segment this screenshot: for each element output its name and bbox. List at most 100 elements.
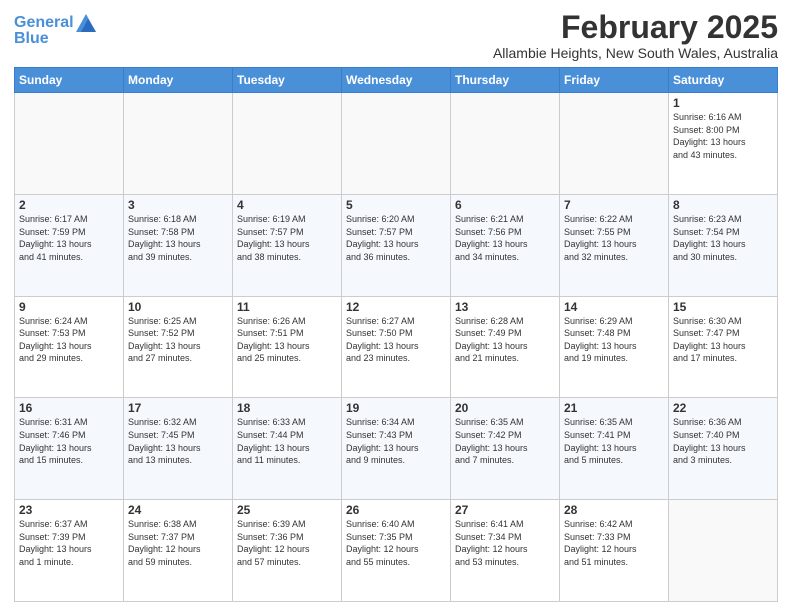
cell-1-0: 2Sunrise: 6:17 AM Sunset: 7:59 PM Daylig… [15,194,124,296]
week-row-1: 2Sunrise: 6:17 AM Sunset: 7:59 PM Daylig… [15,194,778,296]
cell-1-3: 5Sunrise: 6:20 AM Sunset: 7:57 PM Daylig… [342,194,451,296]
day-number: 1 [673,96,773,110]
col-sunday: Sunday [15,68,124,93]
day-info: Sunrise: 6:18 AM Sunset: 7:58 PM Dayligh… [128,213,228,263]
cell-0-3 [342,93,451,195]
day-number: 9 [19,300,119,314]
day-info: Sunrise: 6:35 AM Sunset: 7:41 PM Dayligh… [564,416,664,466]
day-info: Sunrise: 6:36 AM Sunset: 7:40 PM Dayligh… [673,416,773,466]
cell-0-0 [15,93,124,195]
day-info: Sunrise: 6:38 AM Sunset: 7:37 PM Dayligh… [128,518,228,568]
day-number: 14 [564,300,664,314]
week-row-4: 23Sunrise: 6:37 AM Sunset: 7:39 PM Dayli… [15,500,778,602]
day-number: 17 [128,401,228,415]
day-number: 13 [455,300,555,314]
day-info: Sunrise: 6:34 AM Sunset: 7:43 PM Dayligh… [346,416,446,466]
cell-1-6: 8Sunrise: 6:23 AM Sunset: 7:54 PM Daylig… [669,194,778,296]
cell-1-2: 4Sunrise: 6:19 AM Sunset: 7:57 PM Daylig… [233,194,342,296]
day-number: 16 [19,401,119,415]
day-number: 5 [346,198,446,212]
cell-4-3: 26Sunrise: 6:40 AM Sunset: 7:35 PM Dayli… [342,500,451,602]
day-number: 6 [455,198,555,212]
week-row-3: 16Sunrise: 6:31 AM Sunset: 7:46 PM Dayli… [15,398,778,500]
day-info: Sunrise: 6:41 AM Sunset: 7:34 PM Dayligh… [455,518,555,568]
month-title: February 2025 [493,10,778,45]
day-info: Sunrise: 6:30 AM Sunset: 7:47 PM Dayligh… [673,315,773,365]
cell-0-2 [233,93,342,195]
day-info: Sunrise: 6:33 AM Sunset: 7:44 PM Dayligh… [237,416,337,466]
day-number: 10 [128,300,228,314]
cell-3-1: 17Sunrise: 6:32 AM Sunset: 7:45 PM Dayli… [124,398,233,500]
day-info: Sunrise: 6:21 AM Sunset: 7:56 PM Dayligh… [455,213,555,263]
day-number: 3 [128,198,228,212]
day-info: Sunrise: 6:23 AM Sunset: 7:54 PM Dayligh… [673,213,773,263]
header: General Blue February 2025 Allambie Heig… [14,10,778,61]
cell-2-0: 9Sunrise: 6:24 AM Sunset: 7:53 PM Daylig… [15,296,124,398]
cell-3-3: 19Sunrise: 6:34 AM Sunset: 7:43 PM Dayli… [342,398,451,500]
day-info: Sunrise: 6:26 AM Sunset: 7:51 PM Dayligh… [237,315,337,365]
day-info: Sunrise: 6:42 AM Sunset: 7:33 PM Dayligh… [564,518,664,568]
cell-3-4: 20Sunrise: 6:35 AM Sunset: 7:42 PM Dayli… [451,398,560,500]
day-number: 19 [346,401,446,415]
day-info: Sunrise: 6:24 AM Sunset: 7:53 PM Dayligh… [19,315,119,365]
cell-4-2: 25Sunrise: 6:39 AM Sunset: 7:36 PM Dayli… [233,500,342,602]
day-info: Sunrise: 6:17 AM Sunset: 7:59 PM Dayligh… [19,213,119,263]
week-row-0: 1Sunrise: 6:16 AM Sunset: 8:00 PM Daylig… [15,93,778,195]
cell-4-0: 23Sunrise: 6:37 AM Sunset: 7:39 PM Dayli… [15,500,124,602]
cell-1-1: 3Sunrise: 6:18 AM Sunset: 7:58 PM Daylig… [124,194,233,296]
logo: General Blue [14,14,96,48]
day-number: 18 [237,401,337,415]
cell-2-2: 11Sunrise: 6:26 AM Sunset: 7:51 PM Dayli… [233,296,342,398]
col-tuesday: Tuesday [233,68,342,93]
day-number: 12 [346,300,446,314]
day-number: 11 [237,300,337,314]
cell-4-1: 24Sunrise: 6:38 AM Sunset: 7:37 PM Dayli… [124,500,233,602]
day-info: Sunrise: 6:37 AM Sunset: 7:39 PM Dayligh… [19,518,119,568]
day-number: 20 [455,401,555,415]
day-info: Sunrise: 6:20 AM Sunset: 7:57 PM Dayligh… [346,213,446,263]
title-block: February 2025 Allambie Heights, New Sout… [493,10,778,61]
cell-0-6: 1Sunrise: 6:16 AM Sunset: 8:00 PM Daylig… [669,93,778,195]
day-number: 25 [237,503,337,517]
header-row: Sunday Monday Tuesday Wednesday Thursday… [15,68,778,93]
calendar-table: Sunday Monday Tuesday Wednesday Thursday… [14,67,778,602]
cell-3-6: 22Sunrise: 6:36 AM Sunset: 7:40 PM Dayli… [669,398,778,500]
cell-1-4: 6Sunrise: 6:21 AM Sunset: 7:56 PM Daylig… [451,194,560,296]
day-info: Sunrise: 6:27 AM Sunset: 7:50 PM Dayligh… [346,315,446,365]
day-info: Sunrise: 6:25 AM Sunset: 7:52 PM Dayligh… [128,315,228,365]
col-monday: Monday [124,68,233,93]
day-info: Sunrise: 6:16 AM Sunset: 8:00 PM Dayligh… [673,111,773,161]
day-number: 26 [346,503,446,517]
day-info: Sunrise: 6:29 AM Sunset: 7:48 PM Dayligh… [564,315,664,365]
page: General Blue February 2025 Allambie Heig… [0,0,792,612]
day-info: Sunrise: 6:32 AM Sunset: 7:45 PM Dayligh… [128,416,228,466]
day-info: Sunrise: 6:39 AM Sunset: 7:36 PM Dayligh… [237,518,337,568]
cell-0-5 [560,93,669,195]
day-number: 4 [237,198,337,212]
day-number: 8 [673,198,773,212]
cell-2-4: 13Sunrise: 6:28 AM Sunset: 7:49 PM Dayli… [451,296,560,398]
logo-blue: Blue [14,30,96,48]
location: Allambie Heights, New South Wales, Austr… [493,45,778,61]
day-number: 22 [673,401,773,415]
cell-4-6 [669,500,778,602]
col-saturday: Saturday [669,68,778,93]
day-info: Sunrise: 6:22 AM Sunset: 7:55 PM Dayligh… [564,213,664,263]
cell-0-4 [451,93,560,195]
cell-2-5: 14Sunrise: 6:29 AM Sunset: 7:48 PM Dayli… [560,296,669,398]
day-info: Sunrise: 6:35 AM Sunset: 7:42 PM Dayligh… [455,416,555,466]
cell-2-3: 12Sunrise: 6:27 AM Sunset: 7:50 PM Dayli… [342,296,451,398]
day-info: Sunrise: 6:40 AM Sunset: 7:35 PM Dayligh… [346,518,446,568]
calendar: Sunday Monday Tuesday Wednesday Thursday… [14,67,778,602]
day-number: 7 [564,198,664,212]
col-wednesday: Wednesday [342,68,451,93]
cell-4-5: 28Sunrise: 6:42 AM Sunset: 7:33 PM Dayli… [560,500,669,602]
day-number: 23 [19,503,119,517]
logo-icon [76,14,96,32]
day-number: 27 [455,503,555,517]
cell-0-1 [124,93,233,195]
col-friday: Friday [560,68,669,93]
day-info: Sunrise: 6:28 AM Sunset: 7:49 PM Dayligh… [455,315,555,365]
cell-2-6: 15Sunrise: 6:30 AM Sunset: 7:47 PM Dayli… [669,296,778,398]
cell-1-5: 7Sunrise: 6:22 AM Sunset: 7:55 PM Daylig… [560,194,669,296]
